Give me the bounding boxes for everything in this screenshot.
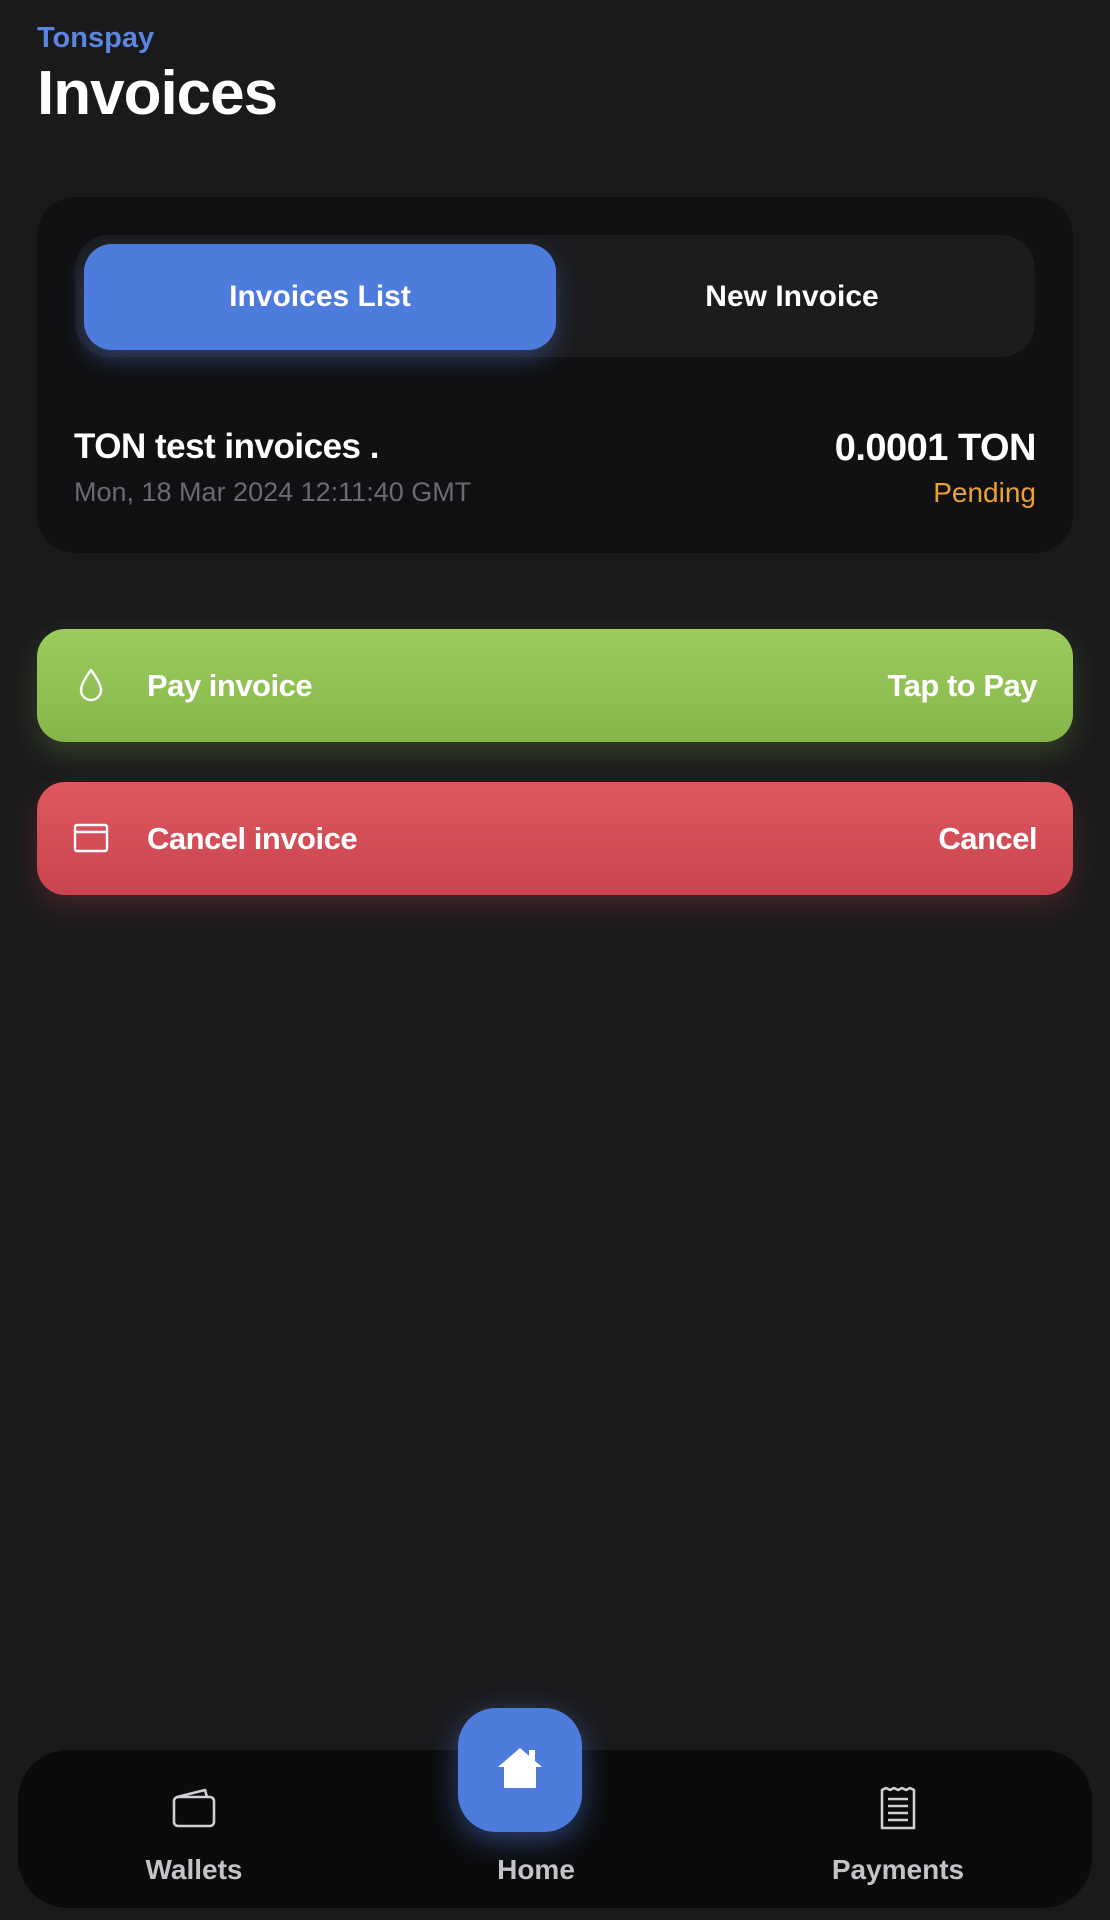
pay-invoice-button[interactable]: Pay invoice Tap to Pay [37,629,1073,742]
tap-to-pay-label: Tap to Pay [887,667,1038,703]
droplet-icon [73,667,109,703]
segmented-control: Invoices List New Invoice [75,235,1035,357]
cancel-invoice-button[interactable]: Cancel invoice Cancel [37,782,1073,895]
nav-payments[interactable]: Payments [798,1750,998,1908]
pay-invoice-label: Pay invoice [147,667,313,703]
page-title: Invoices [37,59,278,128]
invoices-screen: Tonspay Invoices Invoices List New Invoi… [0,0,1110,1920]
tab-invoices-list[interactable]: Invoices List [84,244,556,350]
nav-payments-label: Payments [831,1854,965,1885]
tab-new-invoice[interactable]: New Invoice [556,244,1028,350]
invoices-card: Invoices List New Invoice TON test invoi… [37,197,1073,553]
nav-home-label: Home [497,1854,575,1885]
invoice-name: TON test invoices . [74,427,379,466]
invoice-list-item[interactable]: TON test invoices . Mon, 18 Mar 2024 12:… [74,427,1037,517]
home-icon [495,1745,545,1796]
cancel-label: Cancel [938,820,1037,856]
invoice-date: Mon, 18 Mar 2024 12:11:40 GMT [74,477,472,507]
nav-wallets[interactable]: Wallets [94,1750,294,1908]
invoice-amount: 0.0001 TON [834,427,1037,469]
cancel-invoice-label: Cancel invoice [147,820,358,856]
wallet-icon [170,1784,218,1832]
nav-home-button[interactable] [458,1708,582,1832]
invoice-status: Pending [933,477,1036,508]
brand-name: Tonspay [37,22,155,54]
receipt-icon [874,1784,922,1832]
nav-wallets-label: Wallets [145,1854,243,1885]
card-icon [73,820,109,856]
